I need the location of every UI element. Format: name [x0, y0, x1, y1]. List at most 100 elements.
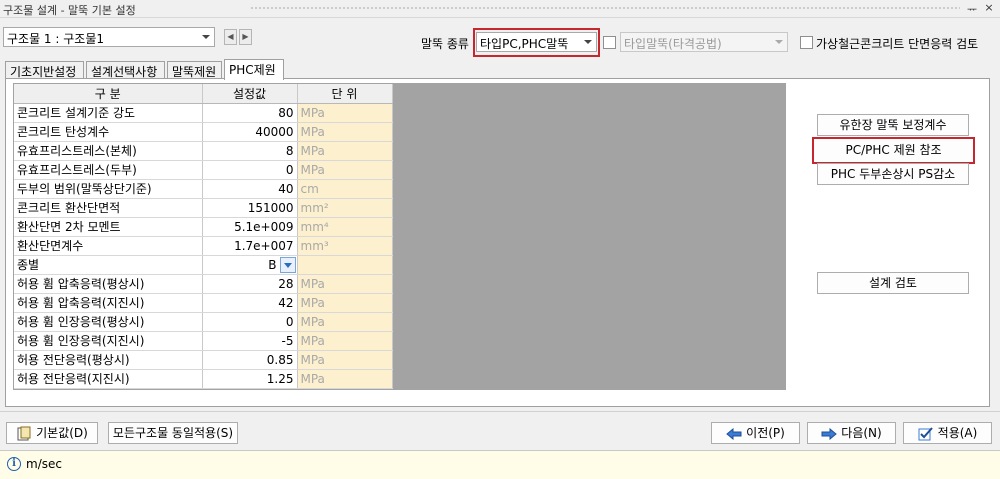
table-row[interactable]: 환산단면 2차 모멘트 5.1e+009 mm⁴	[14, 217, 393, 237]
row-unit: MPa	[297, 160, 393, 180]
pin-icon[interactable]: ᅲ	[965, 1, 979, 17]
header-value: 설정값	[202, 84, 298, 104]
apply-label: 적용(A)	[937, 426, 978, 440]
row-value[interactable]: 1.25	[202, 369, 298, 389]
previous-button[interactable]: 이전(P)	[711, 422, 800, 444]
table-row[interactable]: 허용 전단응력(지진시) 1.25 MPa	[14, 369, 393, 389]
row-unit: MPa	[297, 350, 393, 370]
grade-select[interactable]: B	[202, 255, 298, 275]
apply-all-structures-button[interactable]: 모든구조물 동일적용(S)	[108, 422, 238, 444]
status-bar: i m/sec	[0, 450, 1000, 479]
row-name: 허용 휨 압축응력(지진시)	[14, 293, 203, 313]
row-value[interactable]: 0	[202, 312, 298, 332]
row-value[interactable]: 28	[202, 274, 298, 294]
table-row[interactable]: 환산단면계수 1.7e+007 mm³	[14, 236, 393, 256]
tab-label: 말뚝제원	[172, 65, 217, 79]
row-name: 콘크리트 설계기준 강도	[14, 103, 203, 123]
row-value[interactable]: 40000	[202, 122, 298, 142]
row-unit: MPa	[297, 312, 393, 332]
virtual-rc-checkbox[interactable]	[800, 36, 813, 49]
table-row[interactable]: 두부의 범위(말뚝상단기준) 40 cm	[14, 179, 393, 199]
design-check-button[interactable]: 설계 검토	[817, 272, 969, 294]
row-unit	[297, 255, 393, 275]
info-icon: i	[7, 457, 21, 471]
row-unit: MPa	[297, 103, 393, 123]
row-value: B	[268, 257, 277, 272]
divider	[0, 411, 1000, 412]
tab-label: 설계선택사항	[91, 65, 158, 79]
table-row[interactable]: 콘크리트 설계기준 강도 80 MPa	[14, 103, 393, 123]
row-value[interactable]: 80	[202, 103, 298, 123]
pile-method-checkbox[interactable]	[603, 36, 616, 49]
previous-label: 이전(P)	[746, 426, 785, 440]
pile-method-select[interactable]: 타입말뚝(타격공법)	[620, 32, 788, 52]
row-name: 환산단면계수	[14, 236, 203, 256]
table-row[interactable]: 콘크리트 탄성계수 40000 MPa	[14, 122, 393, 142]
dropdown-arrow-icon[interactable]	[279, 256, 296, 273]
row-unit: MPa	[297, 122, 393, 142]
row-value[interactable]: 8	[202, 141, 298, 161]
tab-label: 기초지반설정	[10, 65, 77, 79]
tab-foundation-ground[interactable]: 기초지반설정	[5, 61, 84, 79]
header-name: 구 분	[14, 84, 203, 104]
arrow-right-icon	[821, 427, 838, 440]
tab-label: PHC제원	[229, 63, 276, 77]
next-button[interactable]: 다음(N)	[807, 422, 896, 444]
window-title: 구조물 설계 - 말뚝 기본 설정	[3, 4, 136, 17]
row-unit: cm	[297, 179, 393, 199]
next-label: 다음(N)	[841, 426, 882, 440]
next-structure-button[interactable]: ▶	[239, 29, 252, 45]
row-unit: MPa	[297, 369, 393, 389]
grid-header-row: 구 분 설정값 단 위	[14, 84, 393, 104]
table-row[interactable]: 허용 휨 인장응력(지진시) -5 MPa	[14, 331, 393, 351]
ps-reduction-button[interactable]: PHC 두부손상시 PS감소	[817, 163, 969, 185]
row-value[interactable]: 0	[202, 160, 298, 180]
row-value[interactable]: 42	[202, 293, 298, 313]
correction-factor-button[interactable]: 유한장 말뚝 보정계수	[817, 114, 969, 136]
row-value[interactable]: -5	[202, 331, 298, 351]
table-row[interactable]: 유효프리스트레스(두부) 0 MPa	[14, 160, 393, 180]
row-name: 콘크리트 탄성계수	[14, 122, 203, 142]
row-value[interactable]: 0.85	[202, 350, 298, 370]
structure-select[interactable]: 구조물 1 : 구조물1	[3, 27, 215, 47]
status-message: m/sec	[26, 457, 62, 471]
prev-structure-button[interactable]: ◀	[224, 29, 237, 45]
row-value[interactable]: 151000	[202, 198, 298, 218]
table-row[interactable]: 유효프리스트레스(본체) 8 MPa	[14, 141, 393, 161]
pile-type-highlight	[473, 28, 600, 57]
table-row[interactable]: 허용 휨 인장응력(평상시) 0 MPa	[14, 312, 393, 332]
checkmark-icon	[918, 426, 933, 440]
row-name: 허용 휨 인장응력(평상시)	[14, 312, 203, 332]
tab-phc-specs[interactable]: PHC제원	[224, 59, 284, 80]
table-row[interactable]: 허용 전단응력(평상시) 0.85 MPa	[14, 350, 393, 370]
phc-spec-reference-button[interactable]: PC/PHC 제원 참조	[812, 137, 975, 164]
document-icon	[17, 426, 31, 440]
table-row[interactable]: 허용 휨 압축응력(지진시) 42 MPa	[14, 293, 393, 313]
row-value[interactable]: 40	[202, 179, 298, 199]
pile-type-label: 말뚝 종류	[421, 37, 469, 51]
default-values-button[interactable]: 기본값(D)	[6, 422, 98, 444]
row-unit: mm⁴	[297, 217, 393, 237]
default-values-label: 기본값(D)	[36, 426, 88, 440]
tab-design-options[interactable]: 설계선택사항	[86, 61, 165, 79]
row-name: 환산단면 2차 모멘트	[14, 217, 203, 237]
table-row[interactable]: 허용 휨 압축응력(평상시) 28 MPa	[14, 274, 393, 294]
arrow-left-icon	[726, 427, 742, 440]
chevron-down-icon	[202, 35, 210, 39]
pile-method-value: 타입말뚝(타격공법)	[624, 37, 722, 51]
row-name: 허용 전단응력(평상시)	[14, 350, 203, 370]
virtual-rc-label: 가상철근콘크리트 단면응력 검토	[816, 37, 979, 51]
tab-pile-specs[interactable]: 말뚝제원	[167, 61, 222, 79]
row-name: 유효프리스트레스(두부)	[14, 160, 203, 180]
title-bar-grip	[250, 6, 960, 11]
row-unit: mm³	[297, 236, 393, 256]
row-name: 허용 전단응력(지진시)	[14, 369, 203, 389]
row-value[interactable]: 1.7e+007	[202, 236, 298, 256]
title-bar: 구조물 설계 - 말뚝 기본 설정 ᅲ ×	[0, 0, 1000, 18]
apply-button[interactable]: 적용(A)	[903, 422, 992, 444]
close-icon[interactable]: ×	[982, 1, 996, 14]
table-row[interactable]: 종별 B	[14, 255, 393, 275]
row-value[interactable]: 5.1e+009	[202, 217, 298, 237]
header-unit: 단 위	[297, 84, 393, 104]
table-row[interactable]: 콘크리트 환산단면적 151000 mm²	[14, 198, 393, 218]
